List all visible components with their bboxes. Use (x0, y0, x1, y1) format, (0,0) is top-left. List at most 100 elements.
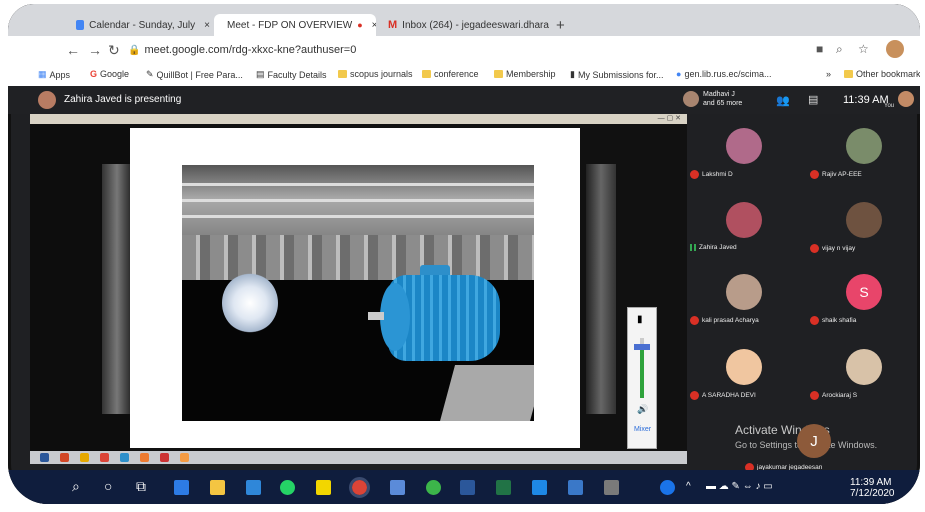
sticky-notes-icon[interactable] (316, 480, 331, 495)
participant-name: Arockiaraj S (810, 391, 857, 400)
side-panel-left (102, 164, 132, 414)
mic-off-icon (690, 170, 699, 179)
tab-title: Calendar - Sunday, July (89, 19, 196, 31)
window-controls-icon[interactable]: — ▢ ✕ (658, 114, 681, 122)
presentation-stage: — ▢ ✕ ▮ 🔊 Mixer (30, 114, 687, 464)
tray-app-icon[interactable] (660, 480, 675, 495)
mic-off-icon (810, 316, 819, 325)
bookmarks-overflow[interactable]: » (826, 69, 831, 79)
url-field[interactable]: 🔒 meet.google.com/rdg-xkxc-kne?authuser=… (128, 40, 828, 60)
meet-header: Zahira Javed is presenting Madhavi J and… (8, 86, 920, 114)
search-icon[interactable]: ⌕ (72, 478, 80, 495)
bookmark-genlib[interactable]: ● gen.lib.rus.ec/scima... (676, 69, 771, 79)
chat-icon[interactable]: ▤ (808, 93, 818, 106)
new-tab-button[interactable]: + (556, 17, 565, 34)
presenter-avatar (38, 91, 56, 109)
chrome-icon (100, 453, 109, 462)
pinned-app-icon[interactable] (568, 480, 583, 495)
volume-icon[interactable]: 🔊 (637, 404, 648, 415)
participant-avatar[interactable]: S (846, 274, 882, 310)
chrome-icon[interactable] (349, 477, 370, 498)
mixer-link[interactable]: Mixer (634, 426, 651, 433)
app-icon (80, 453, 89, 462)
word-icon[interactable] (460, 480, 475, 495)
participant-avatar[interactable] (726, 128, 762, 164)
cortana-icon[interactable]: ○ (104, 478, 112, 494)
motor-animation-video (182, 165, 534, 421)
address-bar: ← → ↻ 🔒 meet.google.com/rdg-xkxc-kne?aut… (8, 36, 920, 64)
mic-off-icon (810, 170, 819, 179)
url-text: meet.google.com/rdg-xkxc-kne?authuser=0 (144, 44, 357, 56)
folder-icon (844, 70, 853, 78)
conveyor-belt (438, 365, 534, 421)
whatsapp-icon[interactable] (280, 480, 295, 495)
factory-wall (182, 235, 534, 280)
folder-icon (338, 70, 347, 78)
bookmark-google[interactable]: G Google (90, 69, 129, 79)
bookmark-scopus[interactable]: scopus journals (338, 69, 413, 79)
zoom-icon[interactable]: ⌕ (836, 42, 843, 57)
pinned-participant-avatar[interactable] (683, 91, 699, 107)
mic-off-icon (690, 391, 699, 400)
pinned-app-icon[interactable] (426, 480, 441, 495)
app-icon (140, 453, 149, 462)
pinned-app-icon[interactable] (390, 480, 405, 495)
participant-avatar[interactable]: J (797, 424, 831, 458)
globe-icon: ● (676, 69, 682, 79)
app-icon (60, 453, 69, 462)
mic-off-icon (810, 244, 819, 253)
camera-icon[interactable]: ■ (816, 42, 823, 56)
tray-chevron-icon[interactable]: ^ (686, 481, 691, 492)
bookmark-membership[interactable]: Membership (494, 69, 556, 79)
pinned-app-icon[interactable] (532, 480, 547, 495)
tray-icons[interactable]: ▬ ☁ ✎ ⇔ ♪ ▭ (706, 481, 773, 492)
mail-icon[interactable] (246, 480, 261, 495)
reload-icon[interactable]: ↻ (108, 42, 120, 59)
participant-avatar[interactable] (846, 128, 882, 164)
side-panel-right (586, 164, 616, 414)
quill-icon: ✎ (146, 69, 154, 79)
bookmark-apps[interactable]: ▦ Apps (38, 69, 70, 80)
people-icon[interactable]: 👥 (776, 94, 790, 107)
back-icon[interactable]: ← (66, 42, 80, 58)
gmail-icon: M (388, 19, 398, 31)
recording-dot-icon: ● (357, 20, 363, 30)
pinned-app-icon[interactable] (604, 480, 619, 495)
participant-avatar[interactable] (726, 202, 762, 238)
task-view-icon[interactable]: ⧉ (136, 478, 146, 495)
participant-avatar[interactable] (726, 349, 762, 385)
pinned-app-icon[interactable] (174, 480, 189, 495)
lock-icon: 🔒 (128, 44, 141, 56)
mic-on-icon (690, 244, 696, 251)
tab-calendar[interactable]: Calendar - Sunday, July × (68, 14, 218, 36)
app-icon (160, 453, 169, 462)
excel-icon[interactable] (496, 480, 511, 495)
volume-thumb[interactable] (634, 344, 650, 350)
bookmark-submissions[interactable]: ▮ My Submissions for... (570, 69, 663, 80)
self-avatar[interactable] (898, 91, 914, 107)
presenting-status: Zahira Javed is presenting (64, 94, 182, 105)
mic-off-icon (690, 316, 699, 325)
participant-avatar[interactable] (846, 349, 882, 385)
participant-name: shaik shafia (810, 316, 856, 325)
close-tab-icon[interactable]: × (204, 20, 210, 31)
participant-avatar[interactable] (726, 274, 762, 310)
file-explorer-icon[interactable] (210, 480, 225, 495)
bookmark-other[interactable]: Other bookmarks (844, 69, 920, 79)
volume-popup: ▮ 🔊 Mixer (627, 307, 657, 449)
taskbar-clock[interactable]: 11:39 AM 7/12/2020 (850, 477, 895, 499)
profile-avatar[interactable] (886, 40, 904, 58)
forward-icon[interactable]: → (88, 42, 102, 58)
calendar-icon (76, 20, 85, 30)
star-icon[interactable]: ☆ (858, 42, 869, 56)
bookmark-faculty[interactable]: ▤ Faculty Details (256, 69, 327, 80)
bookmark-quillbot[interactable]: ✎ QuillBot | Free Para... (146, 69, 243, 80)
app-icon (180, 453, 189, 462)
bookmark-conference[interactable]: conference (422, 69, 479, 79)
tab-meet[interactable]: Meet - FDP ON OVERVIEW ● × (214, 14, 376, 36)
participant-avatar[interactable] (846, 202, 882, 238)
tab-gmail[interactable]: M Inbox (264) - jegadeeswari.dhara × (380, 14, 550, 36)
google-icon: G (90, 69, 98, 79)
close-tab-icon[interactable]: × (372, 20, 376, 31)
volume-level (640, 347, 644, 398)
